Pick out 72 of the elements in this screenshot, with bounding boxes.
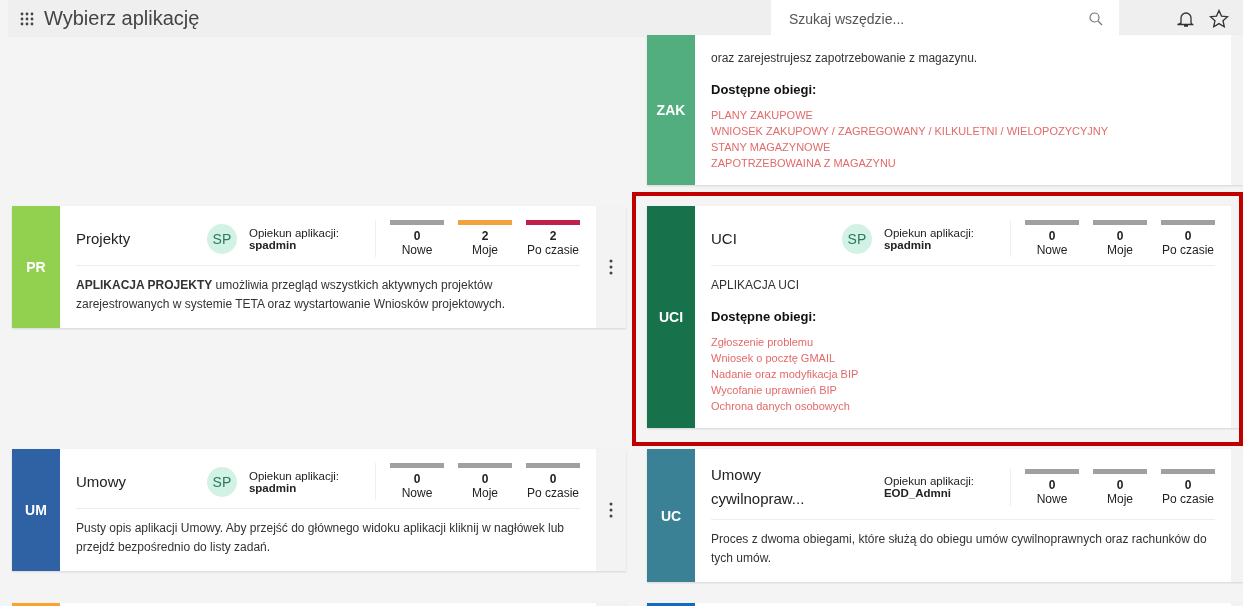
stat-value: 0 — [549, 472, 557, 486]
app-abbreviation: UC — [660, 507, 682, 524]
user-avatar: SP — [206, 466, 237, 497]
flow-link[interactable]: Wniosek o pocztę GMAIL — [711, 350, 1215, 366]
more-icon[interactable] — [609, 259, 613, 275]
search-icon[interactable] — [1089, 11, 1103, 26]
owner-name: spadmin — [248, 481, 297, 494]
flow-link[interactable]: Zgłoszenie problemu — [711, 334, 1215, 350]
stat-label: Moje — [1107, 491, 1133, 506]
app-description: oraz zarejestrujesz zapotrzebowanie z magazynu. — [711, 50, 979, 67]
app-grid-icon[interactable] — [20, 11, 34, 26]
app-description: Proces z dwoma obiegami, które służą do obiegu umów cywilnoprawnych oraz rachunków do tych umów. — [711, 531, 1208, 567]
stat-label: Nowe — [401, 486, 433, 500]
search-bar[interactable]: Szukaj wszędzie... — [771, 0, 1119, 37]
app-abbreviation: ZAK — [656, 102, 686, 118]
owner-label: Opiekun aplikacji: — [883, 475, 975, 487]
stat-label: Po czasie — [527, 243, 579, 257]
stat-value: 2 — [481, 229, 489, 243]
app-card[interactable] — [12, 206, 626, 328]
stat-value: 0 — [1184, 477, 1192, 492]
app-description: APLIKACJA UCI — [711, 277, 801, 294]
owner-name: EOD_Admni — [883, 487, 953, 499]
stat-label: Nowe — [1036, 491, 1068, 506]
stat-label: Moje — [472, 243, 498, 257]
stat-label: Po czasie — [1162, 243, 1214, 257]
flow-link[interactable]: ZAPOTRZEBOWAINA Z MAGAZYNU — [711, 155, 1215, 171]
owner-name: spadmin — [248, 238, 297, 251]
stat-value: 2 — [549, 229, 557, 243]
app-title[interactable]: Projekty — [76, 226, 207, 251]
stat-label: Nowe — [401, 243, 433, 257]
stat-value: 0 — [1116, 477, 1124, 492]
stat-value: 0 — [413, 472, 421, 486]
user-avatar: SP — [841, 223, 872, 254]
stat-value: 0 — [1048, 229, 1056, 243]
stat-value: 0 — [1184, 229, 1192, 243]
app-card[interactable]: ZAK oraz zarejestrujesz zapotrzebowanie z magazynu. Dostępne obiegi: PLANY ZAKUPOWE WNIOSEK ZAKUPOWY / ZAGREGOWANY / KILKULETNI / WIELOPOZYCYJNY STANY MAGAZYNOWE ZAPOTRZEBOWAINA Z MAGAZYNU — [647, 35, 1243, 185]
app-description: Pusty opis aplikacji Umowy. Aby przejść do głównego widoku aplikacji kliknij w nagłówek lub przejdź bezpośrednio do listy zadań. — [76, 520, 565, 556]
app-abbreviation: PR — [26, 259, 46, 275]
stat-value: 0 — [1116, 229, 1124, 243]
app-card[interactable]: UM Umowy SP Opiekun aplikacji: spadmin 0 Nowe 0 Moje 0 Po czasie Pusty opis aplikacji Umowy. Aby przejść do głównego widoku aplikacji kliknij w nagłówek lub przejdź bezpośrednio do listy zadań. — [12, 449, 626, 571]
app-title[interactable]: UCI — [711, 226, 842, 251]
page-title: Wybierz aplikację — [44, 7, 201, 30]
flow-link[interactable]: Nadanie oraz modyfikacja BIP — [711, 366, 1215, 382]
stat-label: Po czasie — [527, 486, 579, 500]
stat-value: 0 — [413, 229, 421, 243]
app-title[interactable]: Umowy cywilnopraw... — [711, 463, 842, 511]
app-abbreviation: UCI — [658, 309, 684, 325]
stat-label: Moje — [1107, 243, 1133, 257]
owner-label: Opiekun aplikacji: — [883, 226, 975, 239]
app-abbreviation: UM — [25, 502, 47, 518]
stat-label: Nowe — [1036, 243, 1068, 257]
stat-label: Moje — [472, 486, 498, 500]
stat-value: 0 — [481, 472, 489, 486]
more-icon[interactable] — [609, 502, 613, 518]
stat-label: Po czasie — [1162, 491, 1214, 506]
owner-name: spadmin — [883, 238, 932, 251]
user-avatar: SP — [206, 223, 237, 254]
flow-link[interactable]: STANY MAGAZYNOWE — [711, 139, 1215, 155]
flow-link[interactable]: PLANY ZAKUPOWE — [711, 107, 1215, 123]
owner-label: Opiekun aplikacji: — [248, 469, 340, 482]
flows-heading: Dostępne obiegi: — [711, 309, 818, 324]
app-title[interactable]: Umowy — [76, 469, 207, 494]
star-icon[interactable] — [1209, 8, 1229, 29]
flow-link[interactable]: WNIOSEK ZAKUPOWY / ZAGREGOWANY / KILKULETNI / WIELOPOZYCYJNY — [711, 123, 1215, 139]
flows-heading: Dostępne obiegi: — [711, 82, 818, 97]
bell-icon[interactable] — [1177, 9, 1195, 28]
flow-link[interactable]: Wycofanie uprawnień BIP — [711, 382, 1215, 398]
app-card[interactable]: UC Umowy cywilnopraw... Opiekun aplikacji: EOD_Admni 0 Nowe 0 Moje 0 Po czasie Proces z dwoma obiegami, które służą do obiegu umów cywilnoprawnych oraz rachunków do tych umów. — [647, 449, 1243, 582]
owner-label: Opiekun aplikacji: — [248, 226, 340, 239]
app-description: APLIKACJA PROJEKTY umożliwia przegląd wszystkich aktywnych projektów zarejestrowanych w systemie TETA oraz wystartowanie Wniosków projektowych. — [76, 277, 507, 313]
flow-link[interactable]: Ochrona danych osobowych — [711, 398, 1215, 414]
stat-value: 0 — [1048, 477, 1056, 492]
